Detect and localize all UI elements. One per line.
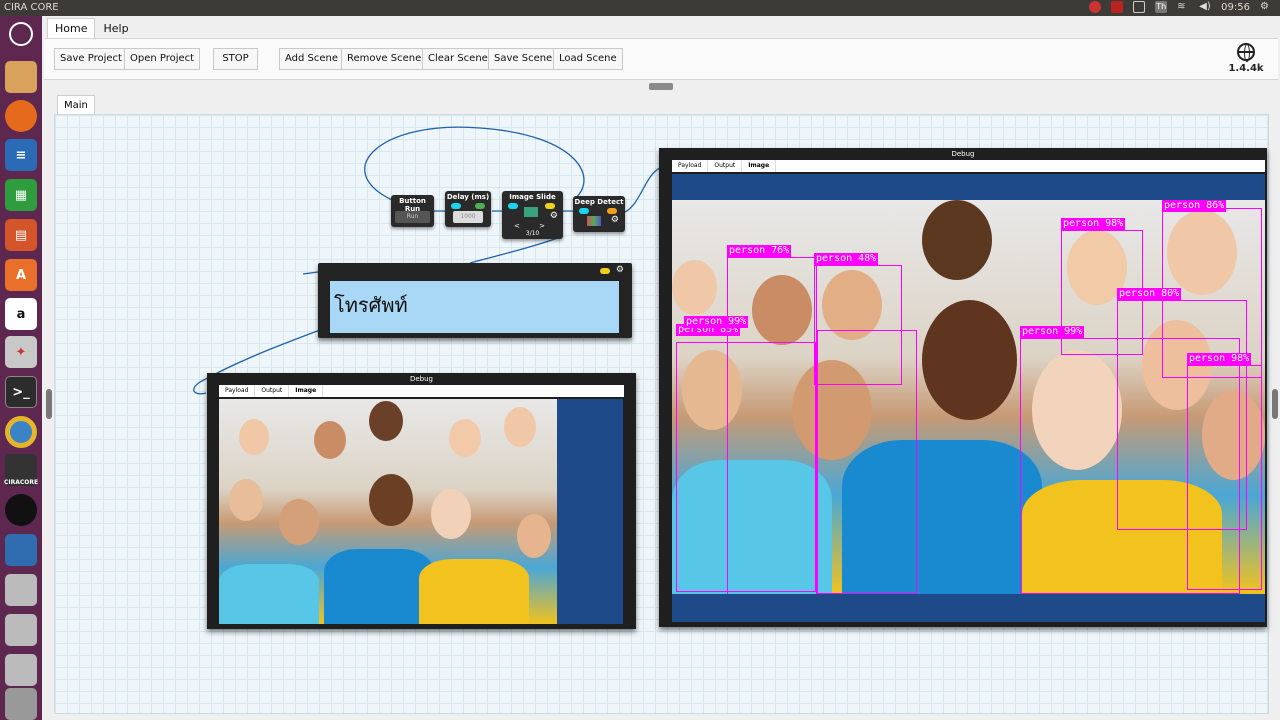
text-display-node[interactable]: ⚙ โทรศัพท์ [318, 263, 632, 338]
model-icon [587, 216, 601, 226]
node-title: Delay (ms) [446, 193, 490, 201]
next-button[interactable]: > [539, 222, 545, 230]
node-deep-detect[interactable]: Deep Detect ⚙ [573, 196, 625, 232]
detection-label: person 76% [727, 245, 792, 257]
image-footer-bar [672, 594, 1265, 622]
node-title: Deep Detect [574, 198, 624, 206]
detection-label: person 99% [684, 316, 749, 328]
detection-label: person 98% [1061, 218, 1126, 230]
debug-title: Debug [409, 375, 434, 383]
debug-title: Debug [951, 150, 975, 158]
tab-image[interactable]: Image [742, 160, 777, 172]
status-led [545, 203, 555, 209]
status-led [607, 208, 617, 214]
gear-icon[interactable]: ⚙ [616, 265, 624, 275]
node-image-slide[interactable]: Image Slide ⚙ < > 3/10 [502, 191, 563, 239]
text-display: โทรศัพท์ [330, 281, 619, 333]
debug-tabs: Payload Output Image [672, 160, 1265, 172]
debug-node-large[interactable]: Debug Payload Output Image person 76% pe… [659, 148, 1267, 627]
tab-payload[interactable]: Payload [219, 385, 256, 397]
debug-node-small[interactable]: Debug Payload Output Image [207, 373, 636, 629]
tab-payload[interactable]: Payload [672, 160, 709, 172]
status-led [475, 203, 485, 209]
status-led [600, 268, 610, 274]
detection-image: person 76% person 48% person 98% person … [672, 200, 1265, 594]
tab-output[interactable]: Output [255, 385, 290, 397]
gear-icon[interactable]: ⚙ [550, 211, 558, 221]
bounding-box [1187, 365, 1262, 590]
status-led [451, 203, 461, 209]
prev-button[interactable]: < [514, 222, 520, 230]
image-icon [524, 207, 538, 217]
detection-label: person 48% [814, 253, 879, 265]
debug-tabs: Payload Output Image [219, 385, 624, 397]
bounding-box [676, 342, 816, 592]
slide-counter: 3/10 [525, 230, 540, 237]
debug-image-small [219, 399, 557, 624]
node-title: Image Slide [509, 193, 556, 201]
detection-label: person 80% [1117, 288, 1182, 300]
node-button-run[interactable]: Button Run Run [391, 195, 434, 227]
detection-label: person 99% [1020, 326, 1085, 338]
delay-input[interactable]: 1000 [453, 211, 483, 223]
status-led [508, 203, 518, 209]
bounding-box [817, 330, 917, 594]
image-header-bar [672, 174, 1265, 200]
node-delay[interactable]: Delay (ms) 1000 [445, 191, 491, 227]
status-led [579, 208, 589, 214]
detection-label: person 86% [1162, 200, 1227, 212]
tab-output[interactable]: Output [708, 160, 743, 172]
debug-side-panel [557, 399, 623, 624]
run-button[interactable]: Run [395, 211, 430, 223]
detection-label: person 98% [1187, 353, 1252, 365]
tab-image[interactable]: Image [289, 385, 324, 397]
gear-icon[interactable]: ⚙ [611, 215, 619, 225]
